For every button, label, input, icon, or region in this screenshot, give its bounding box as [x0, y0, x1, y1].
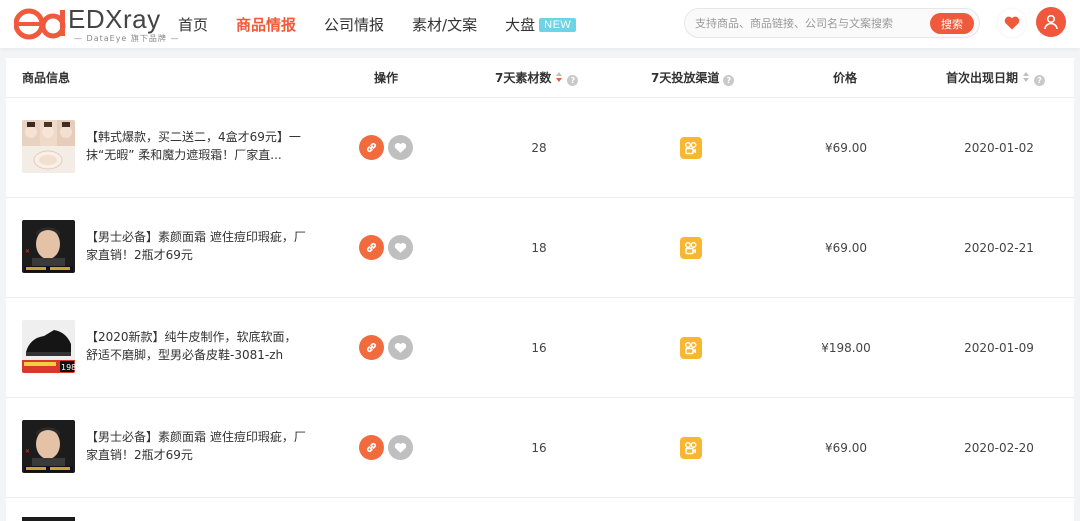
product-title[interactable]: 【男士必备】素颜面霜 遮住痘印瑕疵，厂家直销！2瓶才69元 — [86, 228, 306, 264]
materials-count: 16 — [531, 341, 547, 355]
new-badge: NEW — [539, 17, 577, 32]
kuaishou-icon — [680, 137, 702, 159]
sort-icon[interactable] — [1023, 72, 1030, 83]
price: ¥198.00 — [821, 341, 871, 355]
table-row[interactable]: ✕ 【男士必备】素颜面霜 遮住痘印瑕疵，厂家直销！2瓶才69元 18 ¥69.0… — [6, 198, 1074, 298]
heart-icon — [394, 342, 407, 353]
row-actions — [359, 435, 417, 461]
logo-tagline: — DataEye 旗下品牌 — — [74, 34, 180, 43]
product-link-button[interactable] — [359, 235, 384, 260]
favorites-button[interactable] — [998, 9, 1026, 37]
col-materials-label: 7天素材数 — [495, 71, 552, 85]
nav-materials[interactable]: 素材/文案 — [412, 14, 477, 35]
svg-text:✕: ✕ — [25, 248, 30, 255]
product-title[interactable]: 【韩式爆款，买二送二，4盒才69元】一抹“无暇” 柔和魔力遮瑕霜！厂家直... — [86, 128, 306, 164]
favorite-button[interactable] — [388, 235, 413, 260]
product-title[interactable]: 【2020新款】纯牛皮制作，软底软面，舒适不磨脚，型男必备皮鞋-3081-zh — [86, 328, 306, 364]
help-icon[interactable]: ? — [1034, 75, 1046, 86]
nav-company-intel[interactable]: 公司情报 — [324, 14, 384, 35]
table-row[interactable]: 198 【2020新款】纯牛皮制作，软底软面，舒适不磨脚，型男必备皮鞋-3081… — [6, 298, 1074, 398]
product-thumbnail[interactable]: ✕ — [22, 420, 75, 473]
col-actions: 操作 — [374, 71, 399, 85]
price: ¥69.00 — [825, 241, 867, 255]
top-header: EDXray — DataEye 旗下品牌 — 首页 商品情报 公司情报 素材/… — [0, 0, 1080, 48]
table-header: 商品信息 操作 7天素材数? 7天投放渠道? 价格 首次出现日期? — [6, 58, 1074, 98]
user-icon — [1044, 14, 1058, 30]
search-box: 搜索 — [684, 8, 980, 38]
first-seen-date: 2020-02-21 — [964, 241, 1034, 255]
heart-icon — [394, 242, 407, 253]
link-icon — [366, 442, 377, 453]
brand-logo[interactable]: EDXray — DataEye 旗下品牌 — — [14, 4, 178, 46]
product-thumbnail[interactable]: ✕ — [22, 220, 75, 273]
nav-market-label: 大盘 — [505, 15, 536, 34]
col-product-info: 商品信息 — [22, 71, 71, 85]
product-link-button[interactable] — [359, 135, 384, 160]
svg-text:✕: ✕ — [25, 448, 30, 455]
help-icon[interactable]: ? — [723, 75, 735, 86]
product-title[interactable]: 【男士必备】素颜面霜 遮住痘印瑕疵，厂家直销！2瓶才69元 — [86, 428, 306, 464]
user-avatar[interactable] — [1036, 7, 1066, 37]
materials-count: 18 — [531, 241, 547, 255]
link-icon — [366, 342, 377, 353]
table-row[interactable]: ✕ 【男士必备】素颜面霜 遮住痘印瑕疵，厂家直销！2瓶才69元 16 ¥69.0… — [6, 398, 1074, 498]
col-first-seen[interactable]: 首次出现日期? — [946, 58, 1046, 98]
search-input[interactable] — [695, 14, 929, 32]
help-icon[interactable]: ? — [567, 75, 579, 86]
heart-icon — [394, 142, 407, 153]
materials-count: 16 — [531, 441, 547, 455]
favorite-button[interactable] — [388, 135, 413, 160]
row-actions — [359, 335, 417, 361]
main-nav: 首页 商品情报 公司情报 素材/文案 大盘 NEW — [178, 0, 604, 48]
man-portrait-image: ✕ — [22, 220, 75, 273]
heart-icon — [394, 442, 407, 453]
link-icon — [366, 142, 377, 153]
col-first-seen-label: 首次出现日期 — [946, 71, 1019, 85]
row-actions — [359, 135, 417, 161]
product-table: 商品信息 操作 7天素材数? 7天投放渠道? 价格 首次出现日期? 【韩式爆款，… — [6, 58, 1074, 521]
first-seen-date: 2020-01-09 — [964, 341, 1034, 355]
col-channels: 7天投放渠道? — [651, 58, 735, 98]
materials-count: 28 — [531, 141, 547, 155]
leather-shoe-image: 198 — [22, 320, 75, 373]
logo-wordmark: EDXray — [68, 4, 161, 34]
product-thumbnail[interactable] — [22, 517, 75, 521]
sort-desc-icon[interactable] — [556, 72, 563, 83]
favorite-button[interactable] — [388, 435, 413, 460]
cosmetics-faces-image — [22, 120, 75, 173]
nav-market[interactable]: 大盘 NEW — [505, 14, 577, 35]
search-button[interactable]: 搜索 — [930, 13, 974, 34]
price: ¥69.00 — [825, 441, 867, 455]
first-seen-date: 2020-01-02 — [964, 141, 1034, 155]
table-row[interactable] — [6, 498, 1074, 521]
kuaishou-icon — [680, 337, 702, 359]
svg-text:198: 198 — [61, 363, 75, 372]
table-row[interactable]: 【韩式爆款，买二送二，4盒才69元】一抹“无暇” 柔和魔力遮瑕霜！厂家直... … — [6, 98, 1074, 198]
col-materials[interactable]: 7天素材数? — [495, 58, 579, 98]
col-price: 价格 — [833, 71, 858, 85]
row-actions — [359, 235, 417, 261]
favorite-button[interactable] — [388, 335, 413, 360]
first-seen-date: 2020-02-20 — [964, 441, 1034, 455]
link-icon — [366, 242, 377, 253]
price: ¥69.00 — [825, 141, 867, 155]
product-thumbnail[interactable] — [22, 120, 75, 173]
nav-home[interactable]: 首页 — [178, 14, 208, 35]
product-thumbnail[interactable]: 198 — [22, 320, 75, 373]
nav-product-intel[interactable]: 商品情报 — [236, 14, 296, 35]
ed-logo-icon — [14, 8, 66, 40]
kuaishou-icon — [680, 237, 702, 259]
product-link-button[interactable] — [359, 435, 384, 460]
kuaishou-icon — [680, 437, 702, 459]
product-link-button[interactable] — [359, 335, 384, 360]
col-channels-label: 7天投放渠道 — [651, 71, 720, 85]
man-portrait-image: ✕ — [22, 420, 75, 473]
heart-icon — [1004, 16, 1020, 30]
